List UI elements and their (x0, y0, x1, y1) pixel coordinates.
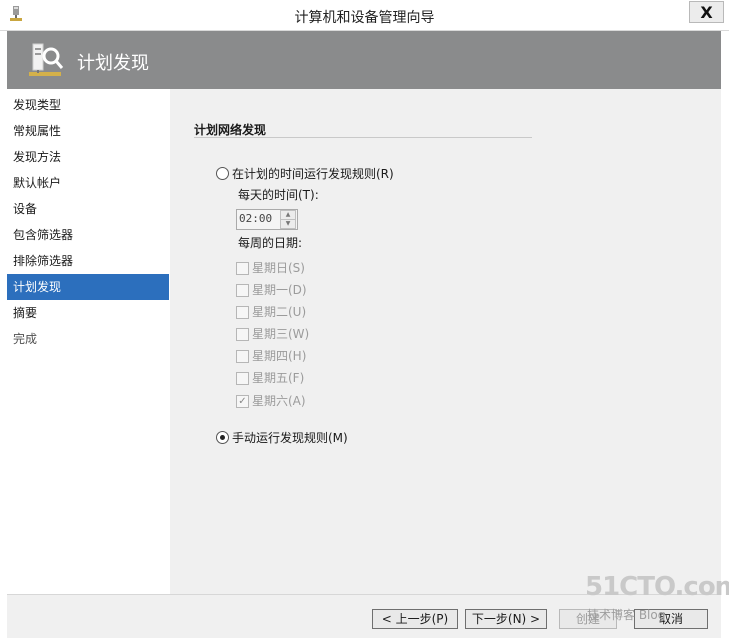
label-tuesday: 星期二(U) (252, 305, 307, 319)
sidebar-item-schedule-discovery[interactable]: 计划发现 (7, 274, 169, 300)
checkbox-saturday[interactable]: ✓ (236, 395, 249, 408)
label-saturday: 星期六(A) (252, 394, 306, 408)
label-thursday: 星期四(H) (252, 349, 307, 363)
schedule-radio-label[interactable]: 在计划的时间运行发现规则(R) (232, 165, 394, 182)
checkbox-friday[interactable] (236, 372, 249, 385)
sidebar-item-devices[interactable]: 设备 (7, 196, 169, 222)
sidebar-item-default-account[interactable]: 默认帐户 (7, 170, 169, 196)
checkmark-icon: ✓ (238, 396, 247, 407)
window-titlebar: 计算机和设备管理向导 X (0, 0, 729, 31)
section-divider (194, 137, 532, 138)
close-icon: X (700, 2, 713, 22)
sidebar-item-discovery-method[interactable]: 发现方法 (7, 144, 169, 170)
label-sunday: 星期日(S) (252, 261, 305, 275)
checkbox-wednesday[interactable] (236, 328, 249, 341)
checkbox-thursday[interactable] (236, 350, 249, 363)
time-picker[interactable]: 02:00 ▲ ▼ (236, 209, 298, 230)
label-monday: 星期一(D) (252, 283, 307, 297)
sidebar-item-completion[interactable]: 完成 (7, 326, 169, 352)
section-title: 计划网络发现 (194, 123, 267, 137)
sidebar-item-general-properties[interactable]: 常规属性 (7, 118, 169, 144)
server-search-icon (29, 43, 64, 76)
close-button[interactable]: X (689, 1, 724, 23)
window-title: 计算机和设备管理向导 (294, 10, 435, 26)
wizard-header: 计划发现 (7, 31, 721, 89)
watermark-subtitle: 技术博客 Blog (587, 608, 666, 622)
manual-radio-label[interactable]: 手动运行发现规则(M) (232, 429, 348, 446)
watermark-logo: 51CTO.com (585, 572, 729, 602)
sidebar-item-discovery-type[interactable]: 发现类型 (7, 92, 169, 118)
manual-radio[interactable] (216, 431, 229, 444)
weekly-days-label: 每周的日期: (238, 236, 303, 250)
daily-time-label: 每天的时间(T): (238, 188, 319, 202)
time-down-icon[interactable]: ▼ (280, 219, 296, 229)
wizard-steps-sidebar: 发现类型 常规属性 发现方法 默认帐户 设备 包含筛选器 排除筛选器 计划发现 … (7, 89, 169, 594)
sidebar-item-exclude-filter[interactable]: 排除筛选器 (7, 248, 169, 274)
sidebar-item-include-filter[interactable]: 包含筛选器 (7, 222, 169, 248)
checkbox-monday[interactable] (236, 284, 249, 297)
checkbox-sunday[interactable] (236, 262, 249, 275)
site-watermark: 51CTO.com 技术博客 Blog (585, 572, 729, 632)
back-button[interactable]: < 上一步(P) (372, 609, 458, 629)
time-value: 02:00 (239, 212, 273, 225)
wizard-content: 计划网络发现 在计划的时间运行发现规则(R) 每天的时间(T): 02:00 ▲… (170, 89, 721, 594)
next-button[interactable]: 下一步(N) > (465, 609, 547, 629)
schedule-radio[interactable] (216, 167, 229, 180)
page-title: 计划发现 (77, 53, 149, 74)
label-friday: 星期五(F) (252, 371, 305, 385)
checkbox-tuesday[interactable] (236, 306, 249, 319)
label-wednesday: 星期三(W) (252, 327, 310, 341)
sidebar-item-summary[interactable]: 摘要 (7, 300, 169, 326)
